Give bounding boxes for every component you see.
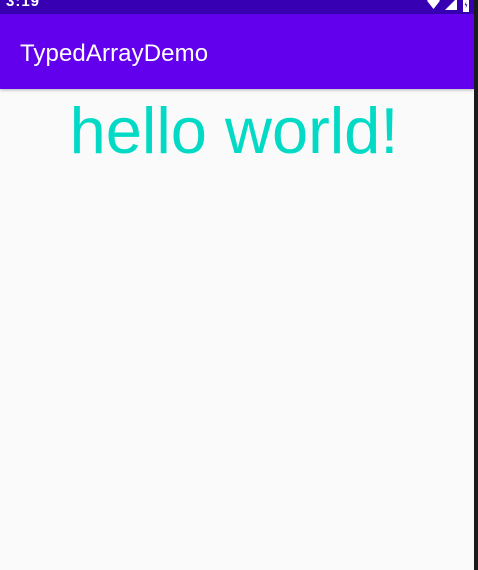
battery-icon [462,0,470,12]
signal-icon [445,0,457,10]
status-bar: 3:19 [0,0,474,14]
main-content: hello world! [0,89,474,570]
app-title: TypedArrayDemo [20,40,209,67]
status-time: 3:19 [6,0,41,10]
screen-edge [474,0,478,570]
hello-text: hello world! [69,94,399,167]
wifi-icon [427,0,440,10]
app-bar: TypedArrayDemo [0,14,474,89]
status-icons [427,0,470,12]
android-screen: 3:19 TypedArrayDemo hello world! [0,0,474,570]
